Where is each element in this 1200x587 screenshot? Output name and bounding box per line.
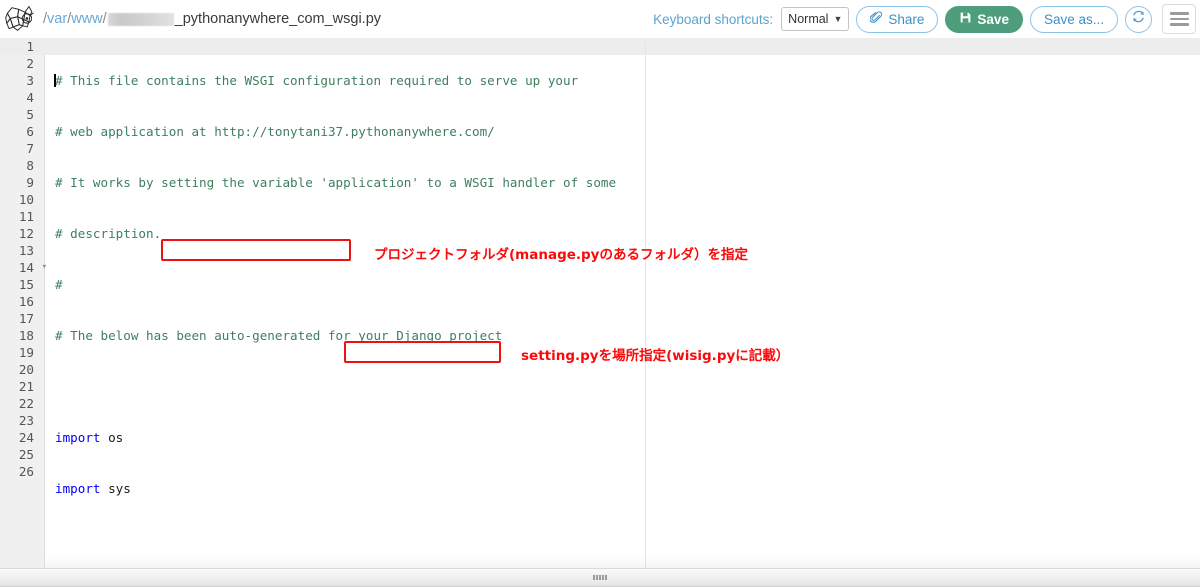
code-line[interactable] (55, 378, 616, 395)
line-number-text: 14 (18, 260, 34, 275)
pythonanywhere-whale-logo-icon (4, 4, 38, 34)
line-number: 22 (18, 396, 34, 411)
reload-button[interactable] (1125, 5, 1152, 33)
line-number: 17 (18, 311, 34, 326)
code-editor[interactable]: 1 2 3 4 5 6 7 8 9 10 11 12 13 14 ▾ 15 16… (0, 38, 1200, 569)
hamburger-menu-button[interactable] (1162, 4, 1196, 34)
line-number: 5 (26, 107, 34, 122)
line-number: 1 (26, 39, 34, 54)
code-fold-toggle-icon[interactable]: ▾ (42, 259, 47, 276)
share-button-label: Share (888, 11, 925, 27)
editor-toolbar: Keyboard shortcuts: Normal ▼ Share Save … (653, 0, 1196, 38)
keyboard-shortcuts-label: Keyboard shortcuts: (653, 11, 774, 27)
line-number: 4 (26, 90, 34, 105)
floppy-disk-icon (959, 11, 972, 27)
save-button-label: Save (977, 11, 1009, 27)
line-number: 24 (18, 430, 34, 445)
kw-import: import (55, 430, 101, 445)
line-number: 6 (26, 124, 34, 139)
print-margin-ruler (645, 38, 646, 569)
code-line[interactable]: # It works by setting the variable 'appl… (55, 174, 616, 191)
save-as-button[interactable]: Save as... (1029, 5, 1118, 33)
line-number: 10 (18, 192, 34, 207)
share-button[interactable]: Share (856, 5, 939, 33)
line-numbers: 1 2 3 4 5 6 7 8 9 10 11 12 13 14 ▾ 15 16… (0, 38, 47, 480)
line-number: 25 (18, 447, 34, 462)
line-number: 13 (18, 243, 34, 258)
mod-sys: sys (100, 481, 131, 496)
code-line[interactable] (55, 531, 616, 548)
refresh-icon (1131, 9, 1146, 29)
line-number: 16 (18, 294, 34, 309)
keymap-selected-value: Normal (788, 12, 829, 26)
annotation-settings-location: setting.pyを場所指定(wisig.pyに記載） (521, 348, 790, 364)
code-line[interactable]: import os (55, 429, 616, 446)
line-number: 15 (18, 277, 34, 292)
annotation-project-folder: プロジェクトフォルダ(manage.pyのあるフォルダ）を指定 (374, 247, 748, 263)
line-number: 20 (18, 362, 34, 377)
line-number: 26 (18, 464, 34, 479)
breadcrumb-segment-www[interactable]: www (71, 11, 102, 27)
code-content[interactable]: # This file contains the WSGI configurat… (54, 38, 616, 569)
line-number: 18 (18, 328, 34, 343)
code-line[interactable]: # The below has been auto-generated for … (55, 327, 616, 344)
file-path-breadcrumb: / var / www / _pythonanywhere_com_wsgi.py (43, 11, 382, 27)
redacted-username-block (107, 12, 174, 26)
line-number: 12 (18, 226, 34, 241)
line-number: 23 (18, 413, 34, 428)
line-number: 21 (18, 379, 34, 394)
line-number: 3 (26, 73, 34, 88)
code-line[interactable]: # (55, 276, 616, 293)
line-number: 19 (18, 345, 34, 360)
line-number: 2 (26, 56, 34, 71)
line-number: 7 (26, 141, 34, 156)
text-cursor (54, 74, 56, 87)
line-number: 9 (26, 175, 34, 190)
file-name-label: _pythonanywhere_com_wsgi.py (174, 11, 382, 27)
wsgi-file-editor-page: / var / www / _pythonanywhere_com_wsgi.py Key… (0, 0, 1200, 587)
code-line[interactable]: import sys (55, 480, 616, 497)
line-number-with-fold[interactable]: 14 ▾ (0, 259, 47, 276)
kw-import: import (55, 481, 101, 496)
code-line[interactable]: # web application at http://tonytani37.p… (55, 123, 616, 140)
save-as-button-label: Save as... (1043, 11, 1104, 27)
keymap-select[interactable]: Normal ▼ (781, 7, 850, 31)
save-button[interactable]: Save (945, 5, 1023, 33)
breadcrumb-segment-var[interactable]: var (47, 11, 67, 27)
line-number: 8 (26, 158, 34, 173)
code-line[interactable]: # description. (55, 225, 616, 242)
chevron-down-icon: ▼ (833, 14, 843, 24)
code-line[interactable]: # This file contains the WSGI configurat… (54, 72, 616, 89)
line-number: 11 (18, 209, 34, 224)
editor-resize-handle[interactable] (0, 568, 1200, 587)
hamburger-menu-icon (1169, 12, 1189, 15)
mod-os: os (100, 430, 124, 445)
paperclip-icon (869, 11, 883, 27)
page-header: / var / www / _pythonanywhere_com_wsgi.py Key… (0, 0, 1200, 38)
drag-grip-icon (593, 575, 607, 580)
